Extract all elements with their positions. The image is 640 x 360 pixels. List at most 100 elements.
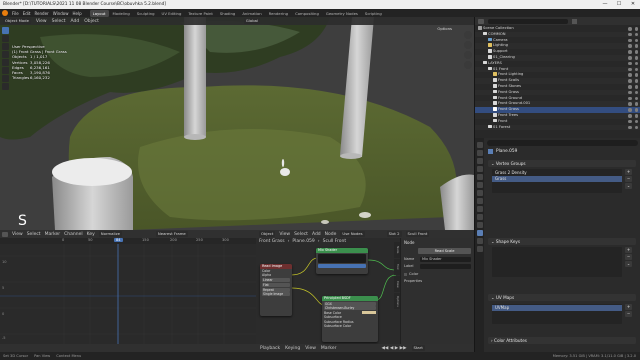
timeline-view-menu[interactable]: View: [305, 346, 316, 351]
node-field[interactable]: GGX: [324, 301, 376, 306]
menu-window[interactable]: Window: [53, 11, 69, 16]
object-tab-icon[interactable]: [476, 190, 483, 196]
outliner-row[interactable]: Front Scalls: [475, 78, 640, 84]
graph-menu-channel[interactable]: Channel: [64, 232, 82, 237]
outliner-row[interactable]: Front Stones: [475, 84, 640, 90]
current-frame-indicator[interactable]: 84: [114, 238, 123, 242]
move-tool-icon[interactable]: [2, 43, 9, 50]
uv-map-list[interactable]: UVMap: [492, 304, 622, 324]
color-attributes-panel[interactable]: › Color Attributes: [488, 337, 636, 344]
mesh-name-field[interactable]: Plane.059: [496, 149, 517, 154]
tab-sculpting[interactable]: Sculpting: [134, 10, 158, 17]
outliner-row[interactable]: Support: [475, 49, 640, 55]
minimize-button[interactable]: —: [598, 0, 612, 9]
render-camera-icon[interactable]: [634, 114, 638, 118]
viewport-menu-view[interactable]: View: [36, 19, 47, 24]
modifier-tab-icon[interactable]: [476, 198, 483, 204]
node-field[interactable]: Christensen-Burley: [324, 306, 376, 311]
outliner-row[interactable]: COMMON: [475, 31, 640, 38]
outliner-row[interactable]: Front Grass: [475, 107, 640, 113]
vertex-groups-panel[interactable]: ⌄ Vertex Groups: [488, 160, 636, 167]
tab-animation[interactable]: Animation: [239, 10, 264, 17]
render-camera-icon[interactable]: [634, 125, 638, 130]
visibility-eye-icon[interactable]: [628, 50, 632, 54]
measure-tool-icon[interactable]: [2, 83, 9, 90]
visibility-eye-icon[interactable]: [628, 114, 632, 118]
graph-menu-marker[interactable]: Marker: [45, 232, 61, 237]
graph-menu-select[interactable]: Select: [27, 232, 41, 237]
principled-bsdf-node[interactable]: Principled BSDF GGX Christensen-Burley B…: [322, 296, 378, 342]
viewport-menu-select[interactable]: Select: [52, 19, 66, 24]
outliner[interactable]: Scene Collection COMMON Camera Lighting Supp…: [474, 17, 640, 138]
tab-uv-editing[interactable]: UV Editing: [159, 10, 185, 17]
outliner-row[interactable]: LAYERS: [475, 60, 640, 67]
view-layer-tab-icon[interactable]: [476, 166, 483, 172]
visibility-eye-icon[interactable]: [628, 27, 632, 31]
node-field[interactable]: Single Image: [262, 292, 290, 297]
mix-shader-node[interactable]: Mix Shader: [316, 248, 368, 274]
menu-help[interactable]: Help: [72, 11, 81, 16]
render-camera-icon[interactable]: [634, 108, 638, 112]
add-icon[interactable]: +: [625, 247, 632, 253]
remove-icon[interactable]: −: [625, 254, 632, 260]
snap-dropdown[interactable]: Nearest Frame: [155, 231, 188, 237]
outliner-row[interactable]: Lighting: [475, 43, 640, 49]
render-camera-icon[interactable]: [634, 73, 638, 77]
outliner-row[interactable]: 01_Clearing: [475, 55, 640, 61]
outliner-row[interactable]: 01 Forest: [475, 124, 640, 131]
menu-icon[interactable]: ⌄: [625, 261, 632, 267]
render-camera-icon[interactable]: [634, 56, 638, 60]
visibility-eye-icon[interactable]: [628, 56, 632, 60]
node-name-field[interactable]: Mix Shader: [420, 256, 471, 262]
outliner-row[interactable]: Front Grass: [475, 89, 640, 96]
render-tab-icon[interactable]: [476, 150, 483, 156]
rotate-tool-icon[interactable]: [2, 51, 9, 58]
outliner-row[interactable]: Front: [475, 118, 640, 125]
viewport-options-button[interactable]: Options: [437, 26, 452, 31]
tab-scripting[interactable]: Scripting: [362, 10, 385, 17]
render-camera-icon[interactable]: [634, 44, 638, 48]
visibility-eye-icon[interactable]: [628, 85, 632, 89]
tab-geometry-nodes[interactable]: Geometry Nodes: [323, 10, 361, 17]
render-camera-icon[interactable]: [634, 96, 638, 101]
timeline-marker-menu[interactable]: Marker: [321, 346, 337, 351]
visibility-eye-icon[interactable]: [628, 79, 632, 83]
start-frame-field[interactable]: Start: [411, 345, 425, 351]
shape-keys-panel[interactable]: ⌄ Shape Keys: [488, 238, 636, 245]
visibility-eye-icon[interactable]: [628, 102, 632, 106]
particles-tab-icon[interactable]: [476, 206, 483, 212]
fac-slider[interactable]: [318, 264, 366, 268]
remove-icon[interactable]: −: [625, 311, 632, 317]
vertex-group-item-selected[interactable]: Grass: [492, 176, 622, 182]
image-texture-node[interactable]: Read Image Color Alpha Linear Flat Repea…: [260, 264, 292, 316]
menu-file[interactable]: File: [12, 11, 19, 16]
checkbox[interactable]: [404, 272, 407, 276]
camera-view-icon[interactable]: [464, 51, 472, 59]
visibility-eye-icon[interactable]: [628, 90, 632, 95]
output-tab-icon[interactable]: [476, 158, 483, 164]
render-camera-icon[interactable]: [634, 50, 638, 54]
uv-maps-panel[interactable]: ⌄ UV Maps: [488, 294, 636, 301]
visibility-eye-icon[interactable]: [628, 108, 632, 112]
graph-menu-view[interactable]: View: [12, 232, 23, 237]
perspective-toggle-icon[interactable]: [464, 61, 472, 69]
render-camera-icon[interactable]: [634, 67, 638, 72]
viewport-menu-object[interactable]: Object: [84, 19, 99, 24]
outliner-row[interactable]: Camera: [475, 37, 640, 44]
node-field[interactable]: Repeat: [262, 287, 290, 292]
graph-editor-type-icon[interactable]: [2, 231, 8, 237]
graph-editor[interactable]: View Select Marker Channel Key Normalize…: [0, 230, 256, 352]
annotate-tool-icon[interactable]: [2, 75, 9, 82]
visibility-eye-icon[interactable]: [628, 96, 632, 101]
world-tab-icon[interactable]: [476, 182, 483, 188]
visibility-eye-icon[interactable]: [628, 67, 632, 72]
render-camera-icon[interactable]: [634, 85, 638, 89]
sidebar-section-node[interactable]: Node: [404, 240, 471, 246]
outliner-row[interactable]: Scene Collection: [475, 26, 640, 32]
tab-rendering[interactable]: Rendering: [266, 10, 291, 17]
viewport-menu-add[interactable]: Add: [71, 19, 80, 24]
visibility-eye-icon[interactable]: [628, 61, 632, 66]
node-title-field[interactable]: Read Scale: [418, 248, 471, 254]
render-camera-icon[interactable]: [634, 27, 638, 31]
tab-modeling[interactable]: Modeling: [110, 10, 133, 17]
